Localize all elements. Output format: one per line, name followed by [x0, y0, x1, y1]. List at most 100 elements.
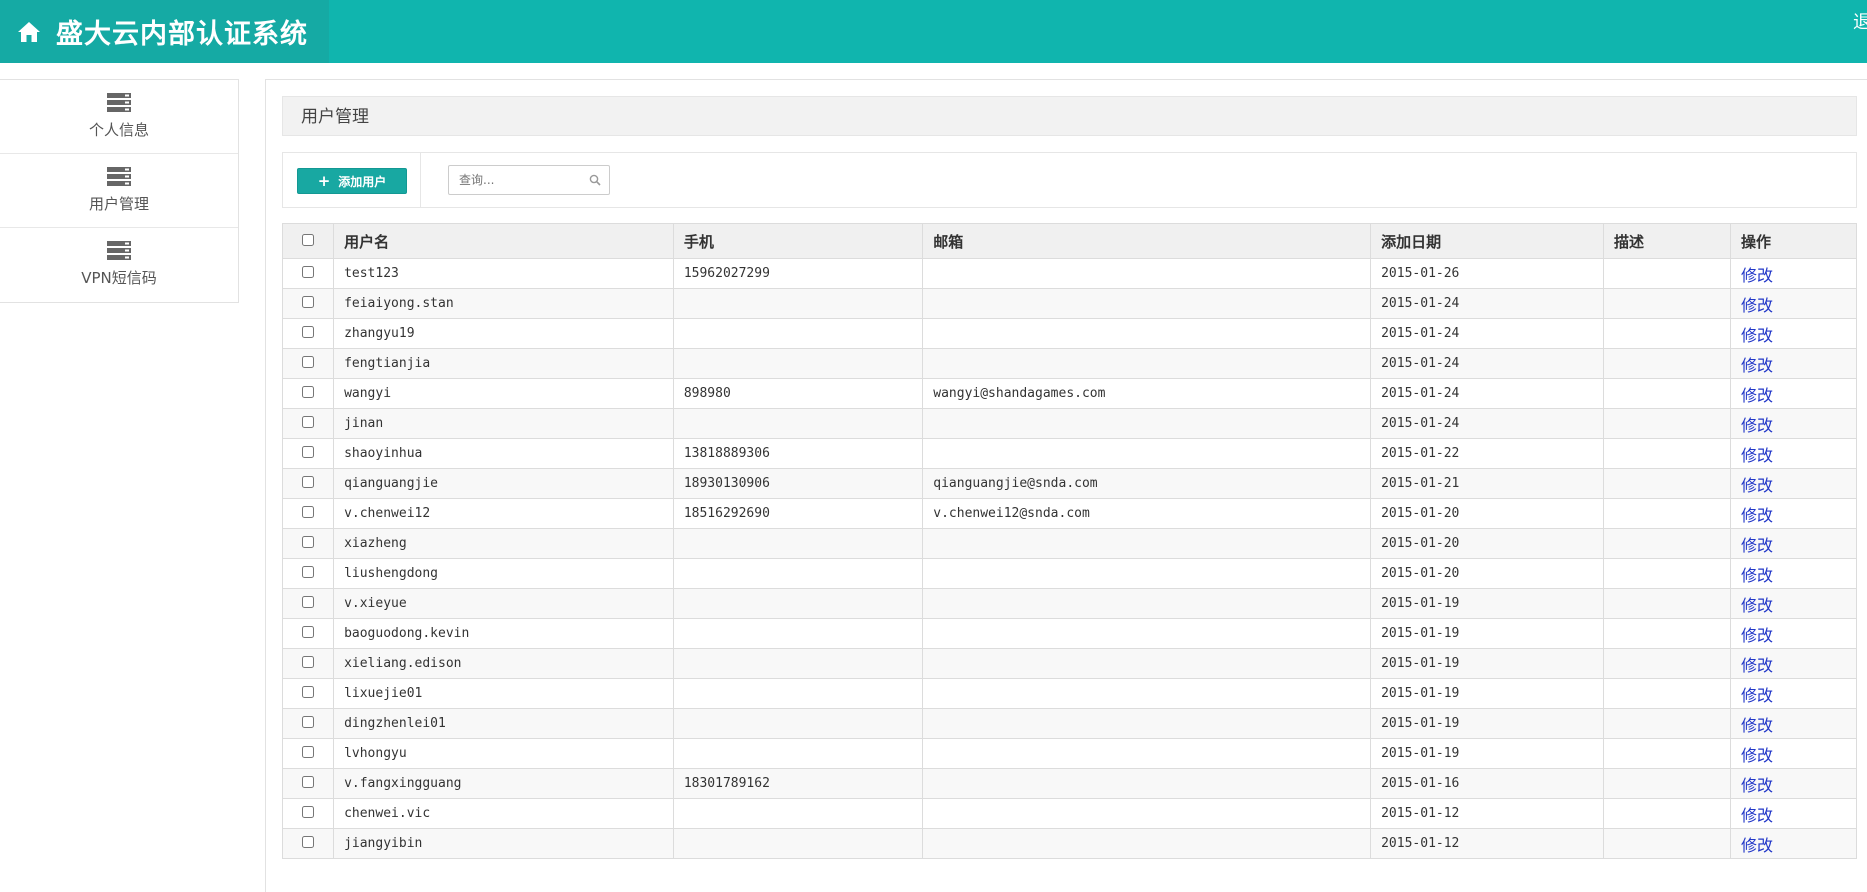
select-all-checkbox[interactable]	[302, 234, 315, 246]
toolbar-divider	[420, 153, 421, 207]
row-checkbox[interactable]	[302, 445, 315, 458]
home-icon	[18, 21, 40, 42]
column-header-phone[interactable]: 手机	[672, 223, 924, 259]
edit-link[interactable]: 修改	[1741, 836, 1773, 855]
cell-username: dingzhenlei01	[333, 708, 674, 739]
cell-date: 2015-01-19	[1370, 738, 1604, 769]
app-title: 盛大云内部认证系统	[56, 19, 308, 50]
row-checkbox[interactable]	[302, 715, 315, 728]
table-row: xiazheng 2015-01-20 修改	[281, 528, 1857, 559]
row-checkbox[interactable]	[302, 655, 315, 668]
cell-date: 2015-01-22	[1370, 438, 1604, 469]
add-user-button[interactable]: + 添加用户	[297, 168, 407, 194]
edit-link[interactable]: 修改	[1741, 716, 1773, 735]
row-checkbox[interactable]	[302, 475, 315, 488]
search-input[interactable]	[457, 166, 591, 194]
edit-link[interactable]: 修改	[1741, 416, 1773, 435]
column-header-email[interactable]: 邮箱	[922, 223, 1372, 259]
row-checkbox[interactable]	[302, 325, 315, 338]
row-checkbox[interactable]	[302, 805, 315, 818]
edit-link[interactable]: 修改	[1741, 626, 1773, 645]
row-checkbox[interactable]	[302, 745, 315, 758]
cell-description	[1602, 678, 1732, 709]
sidebar-item-vpn-sms[interactable]: VPN短信码	[0, 228, 238, 301]
row-select-cell	[281, 378, 335, 409]
cell-description	[1602, 378, 1732, 409]
cell-email	[922, 648, 1372, 679]
edit-link[interactable]: 修改	[1741, 386, 1773, 405]
edit-link[interactable]: 修改	[1741, 296, 1773, 315]
row-checkbox[interactable]	[302, 505, 315, 518]
cell-email	[922, 438, 1372, 469]
toolbar: + 添加用户	[282, 152, 1857, 208]
edit-link[interactable]: 修改	[1741, 776, 1773, 795]
cell-description	[1602, 438, 1732, 469]
cell-phone	[672, 348, 924, 379]
cell-phone: 898980	[672, 378, 924, 409]
cell-date: 2015-01-19	[1370, 618, 1604, 649]
cell-actions: 修改	[1730, 648, 1857, 679]
edit-link[interactable]: 修改	[1741, 746, 1773, 765]
cell-actions: 修改	[1730, 828, 1857, 859]
cell-username: v.xieyue	[333, 588, 674, 619]
edit-link[interactable]: 修改	[1741, 266, 1773, 285]
edit-link[interactable]: 修改	[1741, 686, 1773, 705]
column-header-description[interactable]: 描述	[1602, 223, 1732, 259]
search-icon[interactable]	[589, 174, 601, 186]
cell-username: shaoyinhua	[333, 438, 674, 469]
table-row: baoguodong.kevin 2015-01-19 修改	[281, 618, 1857, 649]
edit-link[interactable]: 修改	[1741, 806, 1773, 825]
edit-link[interactable]: 修改	[1741, 536, 1773, 555]
cell-actions: 修改	[1730, 678, 1857, 709]
edit-link[interactable]: 修改	[1741, 356, 1773, 375]
cell-username: test123	[333, 258, 674, 289]
logout-link[interactable]: 退出	[1853, 8, 1867, 34]
edit-link[interactable]: 修改	[1741, 476, 1773, 495]
row-checkbox[interactable]	[302, 685, 315, 698]
sidebar-item-profile[interactable]: 个人信息	[0, 80, 238, 154]
row-checkbox[interactable]	[302, 385, 315, 398]
cell-date: 2015-01-24	[1370, 378, 1604, 409]
cell-username: wangyi	[333, 378, 674, 409]
table-row: lixuejie01 2015-01-19 修改	[281, 678, 1857, 709]
row-select-cell	[281, 588, 335, 619]
row-checkbox[interactable]	[302, 775, 315, 788]
edit-link[interactable]: 修改	[1741, 656, 1773, 675]
row-checkbox[interactable]	[302, 295, 315, 308]
cell-actions: 修改	[1730, 288, 1857, 319]
cell-description	[1602, 318, 1732, 349]
row-checkbox[interactable]	[302, 415, 315, 428]
cell-username: lvhongyu	[333, 738, 674, 769]
row-checkbox[interactable]	[302, 265, 315, 278]
cell-email	[922, 348, 1372, 379]
cell-date: 2015-01-20	[1370, 528, 1604, 559]
cell-username: lixuejie01	[333, 678, 674, 709]
edit-link[interactable]: 修改	[1741, 596, 1773, 615]
edit-link[interactable]: 修改	[1741, 446, 1773, 465]
cell-description	[1602, 528, 1732, 559]
row-checkbox[interactable]	[302, 535, 315, 548]
cell-email: v.chenwei12@snda.com	[922, 498, 1372, 529]
brand[interactable]: 盛大云内部认证系统	[0, 0, 329, 63]
cell-username: v.chenwei12	[333, 498, 674, 529]
cell-date: 2015-01-24	[1370, 348, 1604, 379]
column-header-username[interactable]: 用户名	[333, 223, 674, 259]
edit-link[interactable]: 修改	[1741, 326, 1773, 345]
row-checkbox[interactable]	[302, 595, 315, 608]
cell-description	[1602, 498, 1732, 529]
row-checkbox[interactable]	[302, 565, 315, 578]
sidebar-item-user-management[interactable]: 用户管理	[0, 154, 238, 228]
cell-username: zhangyu19	[333, 318, 674, 349]
cell-username: qianguangjie	[333, 468, 674, 499]
edit-link[interactable]: 修改	[1741, 506, 1773, 525]
row-checkbox[interactable]	[302, 625, 315, 638]
column-header-date[interactable]: 添加日期	[1370, 223, 1604, 259]
cell-description	[1602, 618, 1732, 649]
row-select-cell	[281, 798, 335, 829]
row-checkbox[interactable]	[302, 355, 315, 368]
cell-description	[1602, 468, 1732, 499]
row-checkbox[interactable]	[302, 835, 315, 848]
edit-link[interactable]: 修改	[1741, 566, 1773, 585]
top-header: 盛大云内部认证系统 退出	[0, 0, 1867, 63]
row-select-cell	[281, 528, 335, 559]
